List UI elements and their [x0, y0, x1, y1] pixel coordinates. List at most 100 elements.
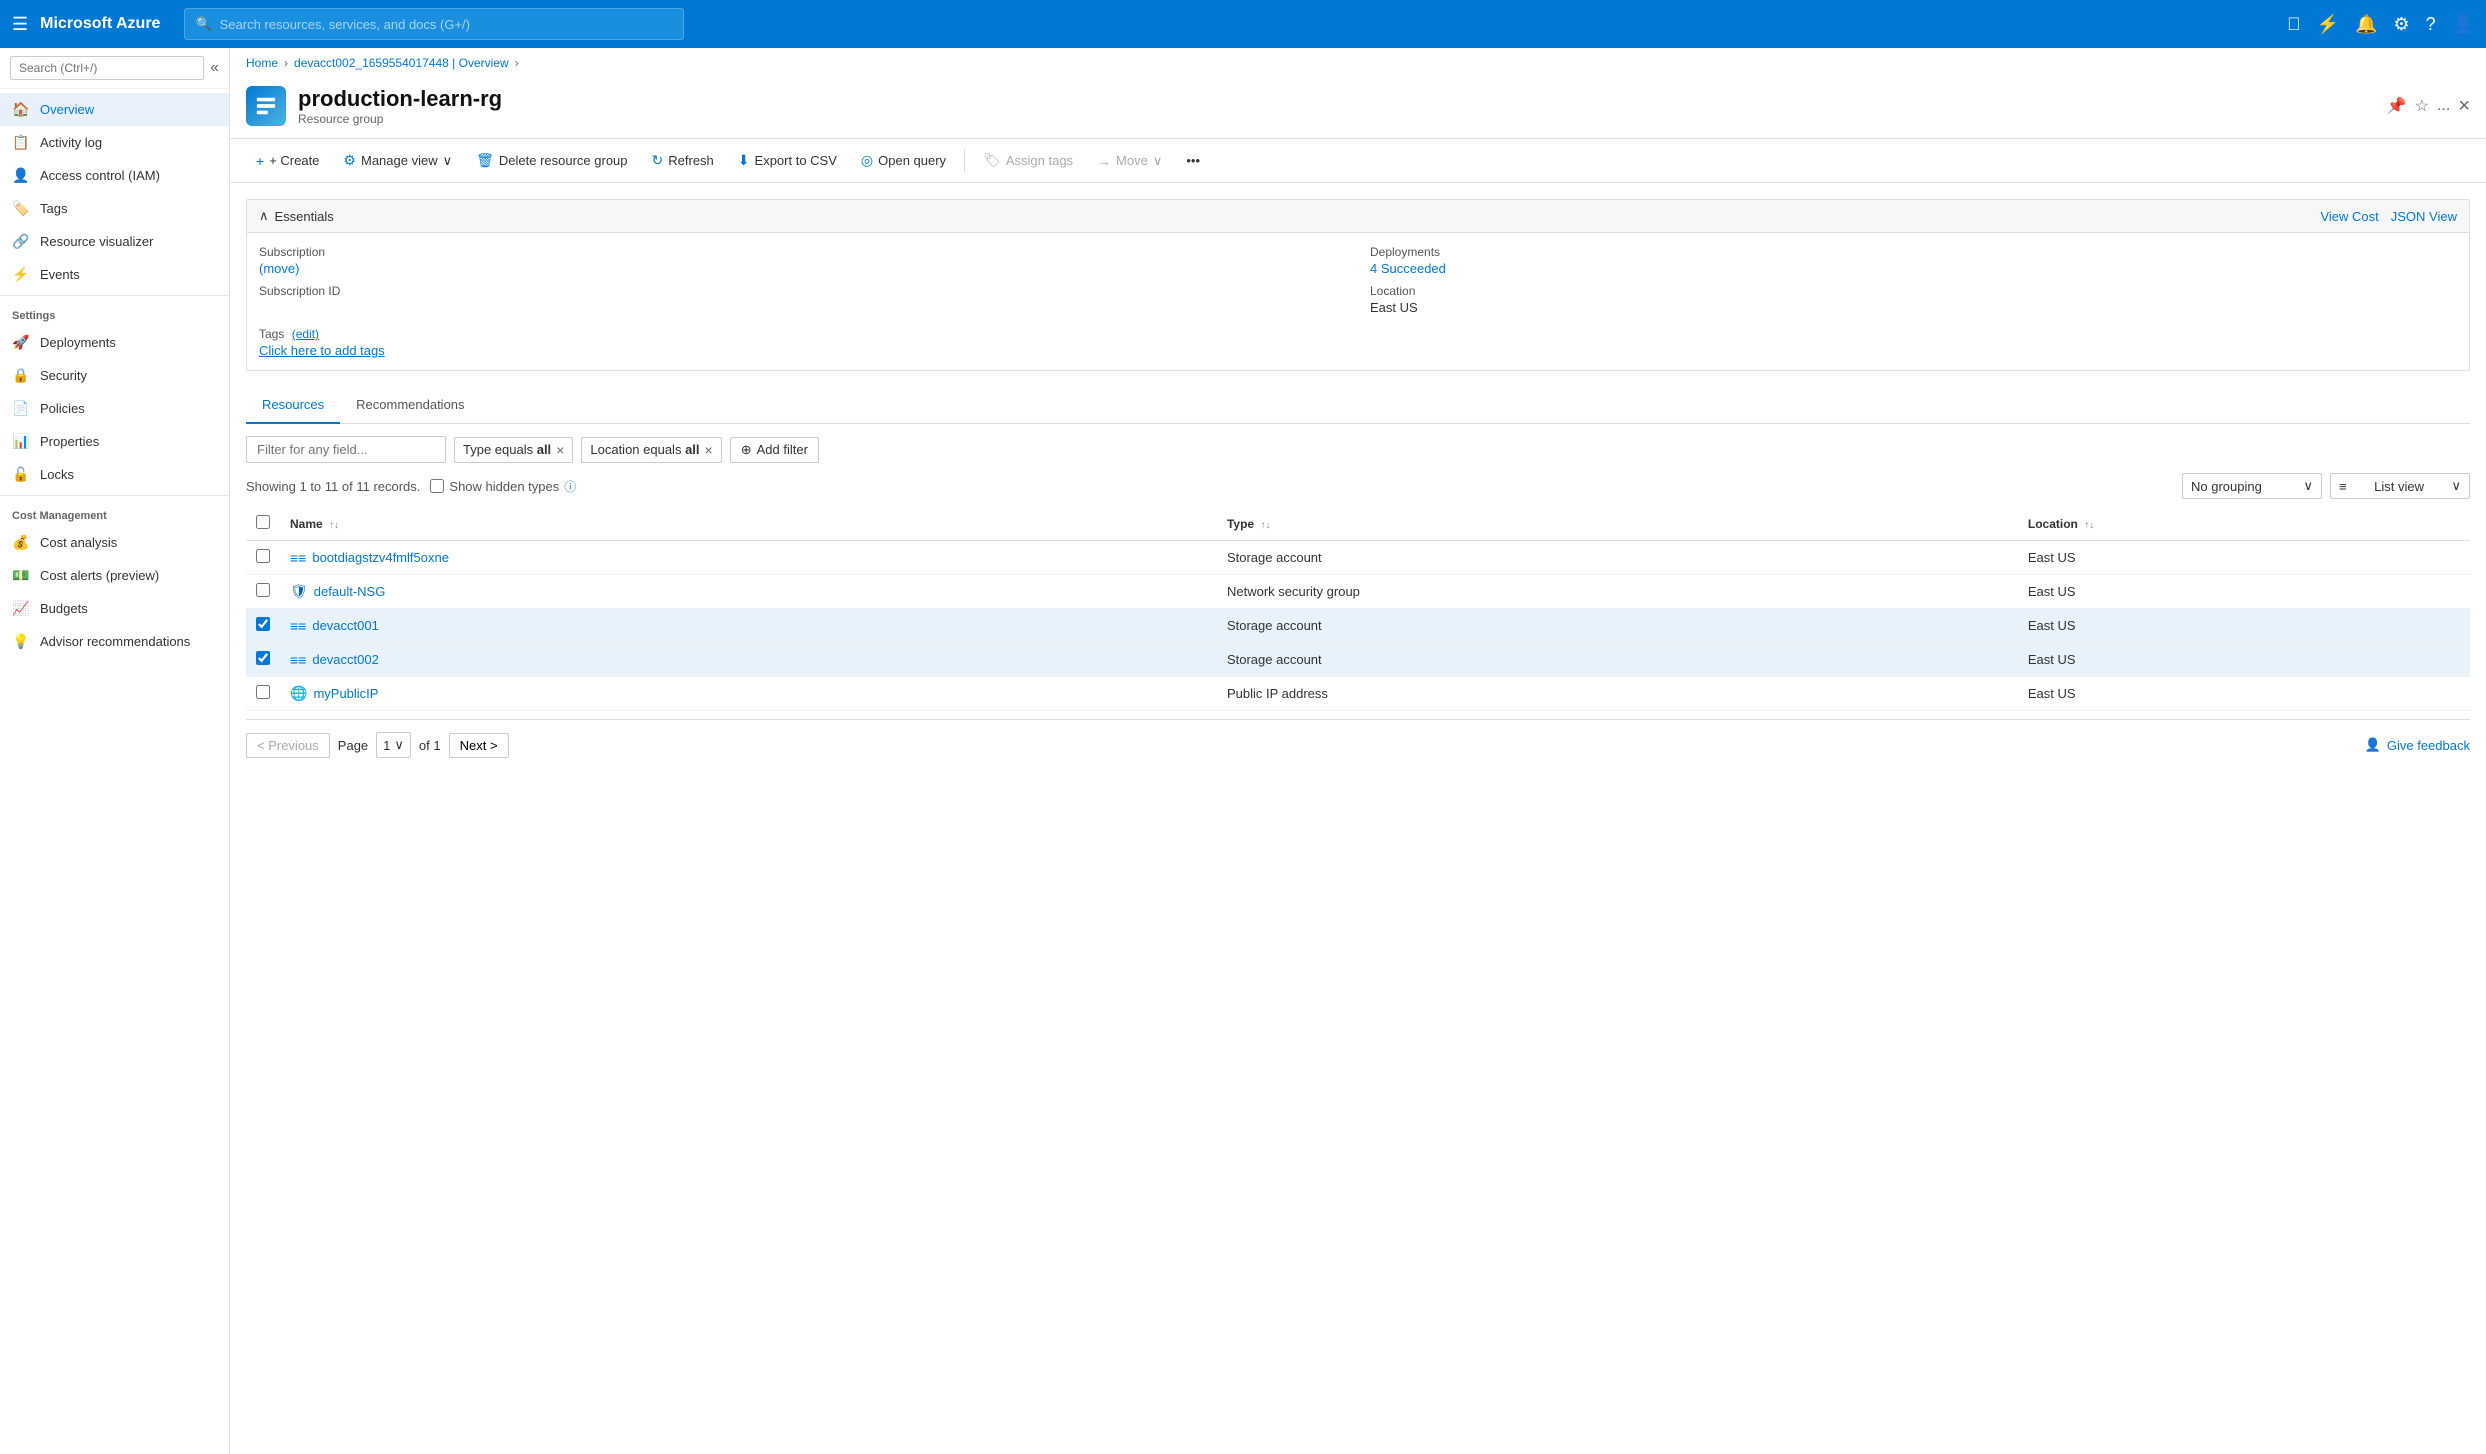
sidebar-cost-alerts-label: Cost alerts (preview) [40, 568, 159, 583]
favorite-button[interactable]: ☆ [2415, 96, 2429, 116]
portal-icon[interactable]: ⚡ [2317, 14, 2339, 35]
name-col-header[interactable]: Name ↑↓ [280, 507, 1217, 541]
topbar-icons:  ⚡ 🔔 ⚙ ? 👤 [2287, 14, 2474, 35]
sidebar-item-policies[interactable]: 📄 Policies [0, 392, 229, 425]
row-1-location: East US [2018, 575, 2470, 609]
create-button[interactable]: + + Create [246, 148, 329, 174]
subscription-value: (move) [259, 261, 1346, 276]
search-input[interactable] [220, 17, 674, 32]
give-feedback[interactable]: 👤 Give feedback [2365, 737, 2470, 753]
add-tags-link[interactable]: Click here to add tags [259, 343, 385, 358]
more-toolbar-button[interactable]: ••• [1176, 148, 1210, 173]
essentials-title: ∧ Essentials [259, 208, 334, 224]
sidebar-item-iam[interactable]: 👤 Access control (IAM) [0, 159, 229, 192]
user-icon[interactable]: 👤 [2452, 14, 2474, 35]
location-col-header[interactable]: Location ↑↓ [2018, 507, 2470, 541]
view-select[interactable]: ≡ List view ∨ [2330, 473, 2470, 499]
resource-mypublicip-link[interactable]: 🌐 myPublicIP [290, 685, 1207, 702]
sidebar-search-input[interactable] [10, 56, 204, 80]
row-1-name: 🛡 default-NSG [280, 575, 1217, 609]
page-number-select[interactable]: 1 ∨ [376, 732, 411, 758]
refresh-button[interactable]: ↻ Refresh [642, 147, 724, 174]
row-3-checkbox[interactable] [256, 651, 270, 665]
sidebar-item-cost-alerts[interactable]: 💵 Cost alerts (preview) [0, 559, 229, 592]
pin-button[interactable]: 📌 [2387, 96, 2407, 116]
row-1-checkbox[interactable] [256, 583, 270, 597]
prev-page-button[interactable]: < Previous [246, 733, 330, 758]
move-button[interactable]: → Move ∨ [1087, 148, 1172, 174]
show-hidden-checkbox[interactable] [430, 479, 444, 493]
sidebar-item-deployments[interactable]: 🚀 Deployments [0, 326, 229, 359]
next-page-button[interactable]: Next > [449, 733, 509, 758]
row-0-checkbox[interactable] [256, 549, 270, 563]
breadcrumb-sep-1: › [284, 56, 288, 70]
page-title: production-learn-rg [298, 86, 2375, 112]
grouping-select[interactable]: No grouping ∨ [2182, 473, 2322, 499]
sidebar-item-activity-log[interactable]: 📋 Activity log [0, 126, 229, 159]
delete-icon: 🗑 [476, 152, 494, 169]
filter-input[interactable] [246, 436, 446, 463]
tab-recommendations[interactable]: Recommendations [340, 387, 480, 424]
resource-devacct002-link[interactable]: ≡≡ devacct002 [290, 652, 1207, 668]
deployments-link[interactable]: 4 Succeeded [1370, 261, 1446, 276]
notification-icon[interactable]: 🔔 [2355, 14, 2377, 35]
help-icon[interactable]: ? [2426, 14, 2436, 35]
iam-icon: 👤 [12, 167, 30, 184]
budgets-icon: 📈 [12, 600, 30, 617]
of-label: of 1 [419, 738, 441, 753]
add-filter-icon: ⊕ [741, 442, 752, 458]
add-filter-button[interactable]: ⊕ Add filter [730, 437, 819, 463]
resource-nsg-link[interactable]: 🛡 default-NSG [290, 583, 1207, 600]
type-filter-remove[interactable]: × [556, 442, 564, 458]
location-filter-remove[interactable]: × [705, 442, 713, 458]
breadcrumb-sep-2: › [515, 56, 519, 70]
sidebar-item-properties[interactable]: 📊 Properties [0, 425, 229, 458]
select-all-checkbox[interactable] [256, 515, 270, 529]
cloud-shell-icon[interactable]:  [2287, 14, 2301, 35]
breadcrumb-home[interactable]: Home [246, 56, 278, 70]
breadcrumb-account[interactable]: devacct002_1659554017448 | Overview [294, 56, 509, 70]
delete-button[interactable]: 🗑 Delete resource group [466, 147, 637, 174]
sidebar-item-advisor[interactable]: 💡 Advisor recommendations [0, 625, 229, 658]
show-hidden-label[interactable]: Show hidden types ⓘ [430, 478, 576, 495]
sidebar-item-locks[interactable]: 🔓 Locks [0, 458, 229, 491]
close-button[interactable]: × [2458, 95, 2470, 118]
open-query-button[interactable]: ◎ Open query [851, 147, 956, 174]
sidebar-item-events[interactable]: ⚡ Events [0, 258, 229, 291]
sidebar-item-cost-analysis[interactable]: 💰 Cost analysis [0, 526, 229, 559]
tags-edit-link[interactable]: (edit) [292, 327, 319, 341]
sidebar-item-budgets[interactable]: 📈 Budgets [0, 592, 229, 625]
sidebar-item-resource-visualizer[interactable]: 🔗 Resource visualizer [0, 225, 229, 258]
settings-icon[interactable]: ⚙ [2393, 14, 2409, 35]
security-icon: 🔒 [12, 367, 30, 384]
sidebar-collapse-btn[interactable]: « [210, 59, 219, 77]
search-bar[interactable]: 🔍 [184, 8, 684, 40]
add-filter-label: Add filter [757, 442, 808, 457]
deployments-value: 4 Succeeded [1370, 261, 2457, 276]
show-hidden-info-icon: ⓘ [564, 478, 576, 495]
export-csv-button[interactable]: ⬇ Export to CSV [728, 147, 847, 174]
row-4-name: 🌐 myPublicIP [280, 677, 1217, 711]
sidebar-item-overview[interactable]: 🏠 Overview [0, 93, 229, 126]
resource-devacct001-link[interactable]: ≡≡ devacct001 [290, 618, 1207, 634]
hamburger-menu[interactable]: ☰ [12, 14, 28, 35]
page-label: Page [338, 738, 368, 753]
manage-view-button[interactable]: ⚙ Manage view ∨ [333, 147, 462, 174]
row-2-checkbox[interactable] [256, 617, 270, 631]
json-view-link[interactable]: JSON View [2391, 209, 2457, 224]
tab-resources[interactable]: Resources [246, 387, 340, 424]
type-col-header[interactable]: Type ↑↓ [1217, 507, 2018, 541]
resource-table-container: Name ↑↓ Type ↑↓ Location ↑↓ [246, 507, 2470, 711]
more-options-button[interactable]: ... [2437, 97, 2450, 115]
sidebar-item-security[interactable]: 🔒 Security [0, 359, 229, 392]
essentials-collapse-icon[interactable]: ∧ [259, 208, 269, 224]
view-cost-link[interactable]: View Cost [2320, 209, 2378, 224]
sidebar-item-tags[interactable]: 🏷️ Tags [0, 192, 229, 225]
events-icon: ⚡ [12, 266, 30, 283]
subscription-move-link[interactable]: (move) [259, 261, 299, 276]
resource-bootdiag-link[interactable]: ≡≡ bootdiagstzv4fmlf5oxne [290, 550, 1207, 566]
row-2-location: East US [2018, 609, 2470, 643]
resource-table: Name ↑↓ Type ↑↓ Location ↑↓ [246, 507, 2470, 711]
assign-tags-button[interactable]: 🏷 Assign tags [973, 147, 1083, 174]
row-4-checkbox[interactable] [256, 685, 270, 699]
